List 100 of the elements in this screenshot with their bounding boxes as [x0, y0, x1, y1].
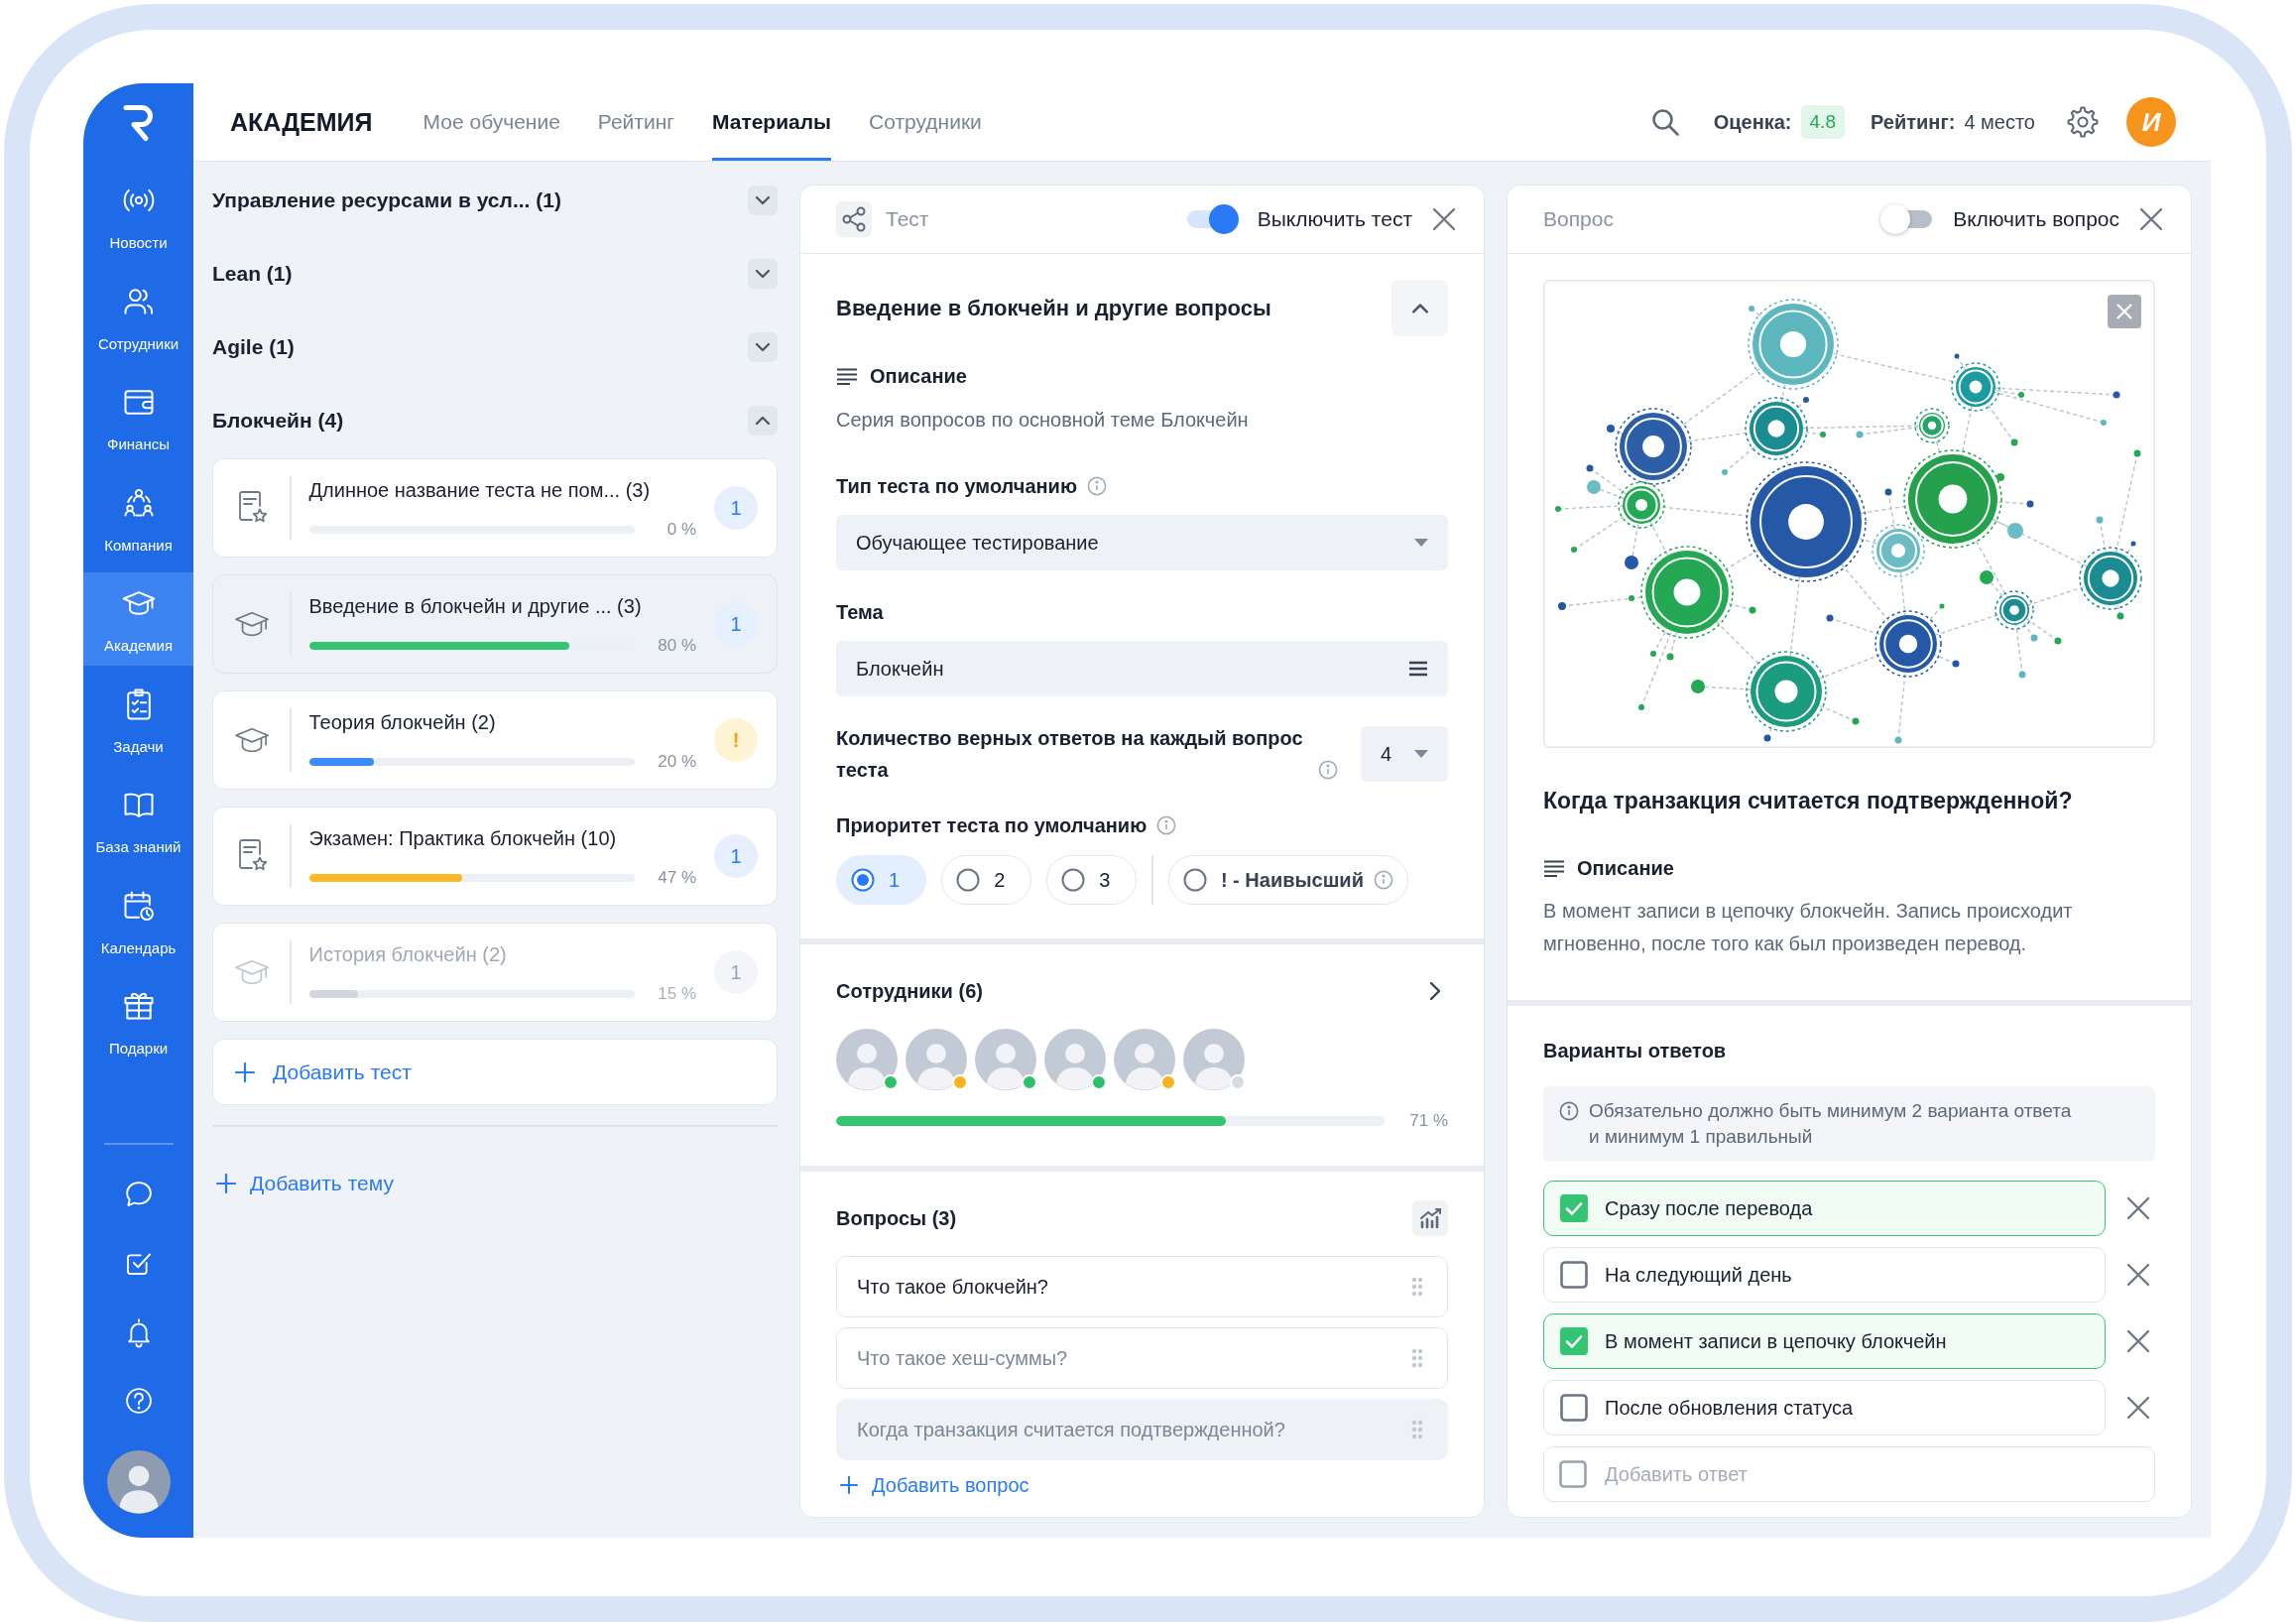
topic-title[interactable]: Agile (1): [212, 335, 295, 359]
progress-label: 71 %: [1409, 1111, 1448, 1131]
section-title: Сотрудники (6): [836, 979, 983, 1003]
count-badge: 1: [714, 486, 758, 530]
progress-label: 15 %: [657, 984, 696, 1004]
checkbox-icon[interactable]: [1560, 1394, 1588, 1422]
test-card[interactable]: Теория блокчейн (2) 20 % !: [212, 690, 778, 790]
nav-tab[interactable]: Сотрудники: [869, 83, 982, 161]
user-avatar[interactable]: [1044, 1029, 1106, 1090]
settings-icon[interactable]: [2067, 106, 2099, 138]
plus-icon: [235, 1061, 255, 1082]
count-badge: 1: [714, 950, 758, 994]
test-card[interactable]: Экзамен: Практика блокчейн (10) 47 % 1: [212, 807, 778, 906]
close-icon[interactable]: [2139, 207, 2163, 231]
test-card[interactable]: Введение в блокчейн и другие ... (3) 80 % 1: [212, 574, 778, 674]
test-title: Теория блокчейн (2): [308, 710, 497, 735]
field-label: Тема: [836, 600, 884, 624]
priority-option[interactable]: ! - Наивысший: [1167, 855, 1408, 905]
user-avatar[interactable]: [975, 1029, 1036, 1090]
add-test-button[interactable]: Добавить тест: [212, 1039, 778, 1105]
close-icon[interactable]: [2126, 1329, 2150, 1353]
info-icon[interactable]: [1318, 760, 1338, 780]
priority-option[interactable]: 1: [836, 855, 927, 905]
answer-text: После обновления статуса: [1605, 1396, 1854, 1420]
text-lines-icon: [1543, 859, 1565, 877]
question-item[interactable]: Что такое блокчейн?: [836, 1256, 1448, 1317]
radio-icon: [1182, 868, 1207, 892]
info-icon: [1559, 1101, 1579, 1121]
answer-option[interactable]: На следующий день: [1543, 1247, 2106, 1303]
close-icon[interactable]: [2108, 295, 2141, 328]
answer-text: В момент записи в цепочку блокчейн: [1605, 1329, 1947, 1353]
close-icon[interactable]: [2126, 1196, 2150, 1220]
test-type-select[interactable]: Обучающее тестирование: [836, 515, 1448, 570]
test-title: Экзамен: Практика блокчейн (10): [308, 826, 618, 851]
progress-label: 47 %: [657, 868, 696, 888]
note-text: Обязательно должно быть минимум 2 варианта ответа и минимум 1 правильный: [1589, 1099, 2073, 1149]
sidebar-item[interactable]: Академия: [83, 572, 193, 666]
topic-title[interactable]: Lean (1): [212, 262, 293, 286]
question-title: Когда транзакция считается подтвержденной?: [1543, 787, 2074, 815]
text-lines-icon: [836, 367, 858, 385]
expand-button[interactable]: [748, 406, 778, 436]
toggle-label: Выключить тест: [1257, 207, 1412, 231]
section-title: Вопросы (3): [836, 1206, 957, 1230]
warning-badge: !: [714, 718, 758, 762]
sidebar-item[interactable]: Задачи: [83, 673, 193, 767]
rating-label: Рейтинг:: [1870, 110, 1956, 134]
checkbox-checked-icon[interactable]: [1560, 1327, 1588, 1355]
count-select[interactable]: 4: [1361, 726, 1448, 782]
topic-select[interactable]: Блокчейн: [836, 641, 1448, 696]
share-icon[interactable]: [836, 201, 872, 237]
answer-option[interactable]: После обновления статуса: [1543, 1380, 2106, 1435]
priority-option[interactable]: 2: [941, 855, 1032, 905]
sidebar-item[interactable]: Сотрудники: [83, 270, 193, 364]
sidebar-item[interactable]: Подарки: [83, 975, 193, 1068]
description-text: В момент записи в цепочку блокчейн. Запись происходит мгновенно, после того как был произведен перевод.: [1543, 899, 2074, 956]
sidebar-item[interactable]: База знаний: [83, 774, 193, 867]
sidebar-item[interactable]: Календарь: [83, 874, 193, 968]
answer-text: Сразу после перевода: [1605, 1196, 1813, 1220]
answer-option[interactable]: В момент записи в цепочку блокчейн: [1543, 1313, 2106, 1369]
expand-button[interactable]: [748, 332, 778, 362]
field-label: Тип теста по умолчанию: [836, 474, 1077, 498]
test-title: Длинное название теста не пом... (3): [308, 478, 652, 503]
expand-button[interactable]: [748, 259, 778, 289]
topic-title[interactable]: Блокчейн (4): [212, 409, 344, 433]
topic-title[interactable]: Управление ресурсами в усл... (1): [212, 188, 561, 212]
close-icon[interactable]: [1432, 207, 1456, 231]
answer-option[interactable]: Сразу после перевода: [1543, 1181, 2106, 1236]
rating-value: 4 место: [1964, 110, 2035, 134]
logo-icon[interactable]: [121, 103, 156, 143]
checkbox-checked-icon[interactable]: [1560, 1194, 1588, 1222]
test-card[interactable]: Длинное название теста не пом... (3) 0 % 1: [212, 458, 778, 558]
priority-option[interactable]: 3: [1046, 855, 1138, 905]
user-avatar[interactable]: [106, 1450, 171, 1514]
user-avatar[interactable]: [836, 1029, 898, 1090]
info-icon[interactable]: [1087, 476, 1107, 496]
sidebar-item[interactable]: Компания: [83, 471, 193, 565]
plus-icon: [216, 1174, 236, 1193]
close-icon[interactable]: [2126, 1263, 2150, 1287]
checkbox-icon[interactable]: [1560, 1261, 1588, 1289]
add-question-link[interactable]: Добавить вопрос: [836, 1470, 1029, 1500]
plus-icon: [840, 1476, 858, 1494]
nav-tab[interactable]: Рейтинг: [597, 83, 674, 161]
sidebar-item[interactable]: Финансы: [83, 371, 193, 464]
field-label: Приоритет теста по умолчанию: [836, 813, 1148, 837]
expand-button[interactable]: [748, 186, 778, 215]
section-title: Варианты ответов: [1543, 1039, 1727, 1062]
search-icon[interactable]: [1649, 107, 1680, 137]
toggle-label: Включить вопрос: [1953, 207, 2119, 231]
info-icon[interactable]: [1156, 815, 1177, 835]
chevron-right-icon[interactable]: [1428, 980, 1442, 1002]
lines-icon: [1408, 661, 1428, 677]
checkbox-icon: [1559, 1460, 1587, 1488]
score-label: Оценка:: [1713, 110, 1792, 134]
nav-tab[interactable]: Мое обучение: [423, 83, 560, 161]
add-topic-link[interactable]: Добавить тему: [212, 1169, 394, 1198]
close-icon[interactable]: [2126, 1396, 2150, 1420]
answer-input[interactable]: Добавить ответ: [1543, 1446, 2155, 1502]
drag-handle-icon[interactable]: [1411, 1277, 1423, 1297]
chart-icon[interactable]: [1412, 1200, 1448, 1236]
sidebar-item[interactable]: Новости: [83, 170, 193, 263]
